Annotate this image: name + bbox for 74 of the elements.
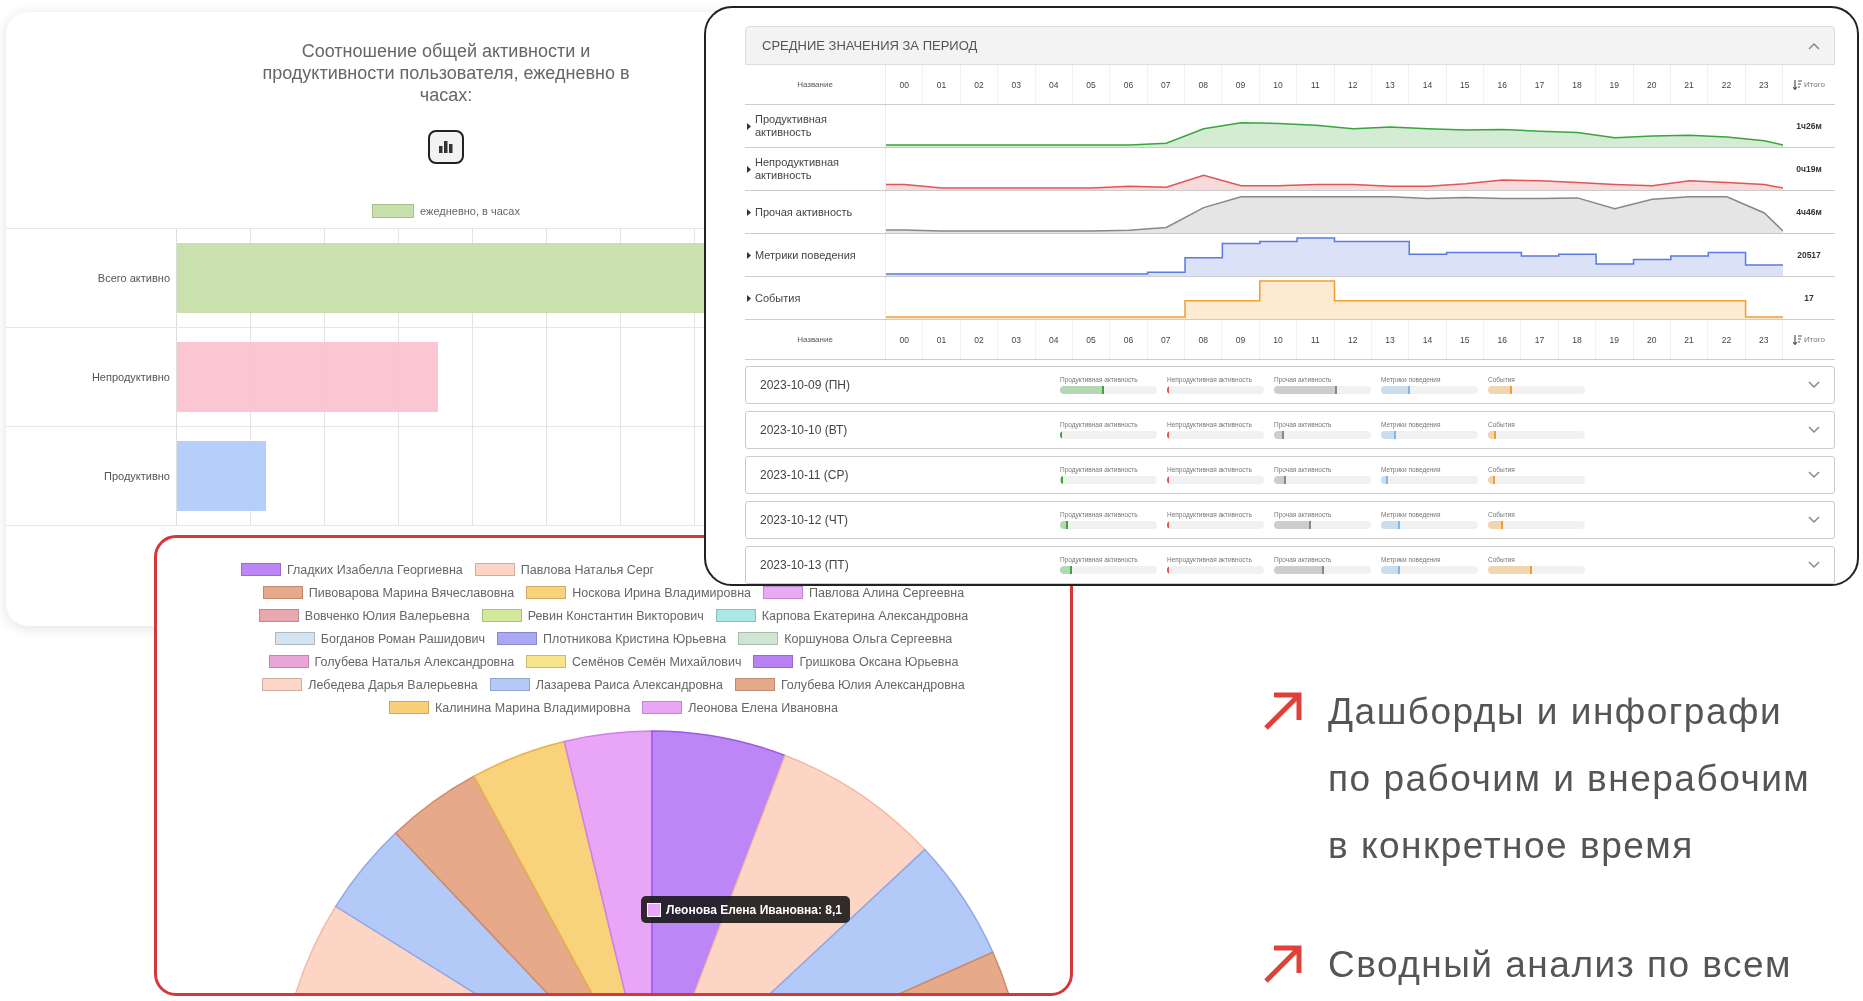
- hour-label: 08: [1185, 320, 1223, 359]
- row-label: Метрики поведения: [755, 248, 856, 262]
- hour-label: 00: [886, 320, 924, 359]
- hour-label: 22: [1708, 320, 1746, 359]
- hour-label: 04: [1035, 65, 1073, 104]
- hour-label: 18: [1558, 320, 1597, 359]
- hour-label: 19: [1596, 320, 1634, 359]
- total-value: 4ч46м: [1796, 207, 1822, 217]
- hour-label: 22: [1708, 65, 1746, 104]
- row-label: Прочая активность: [755, 205, 853, 219]
- hour-label: 01: [923, 65, 961, 104]
- hour-label: 21: [1670, 320, 1709, 359]
- panel-title: СРЕДНИЕ ЗНАЧЕНИЯ ЗА ПЕРИОД: [762, 38, 978, 53]
- hour-label: 12: [1334, 65, 1372, 104]
- total-value: 0ч19м: [1796, 164, 1822, 174]
- column-header: Название: [797, 335, 833, 344]
- tooltip-text: Леонова Елена Ивановна: 8,1: [666, 902, 843, 917]
- day-date: 2023-10-09 (ПН): [760, 378, 851, 392]
- hour-label: 11: [1297, 320, 1335, 359]
- hour-label: 05: [1072, 320, 1111, 359]
- bar-label: Непродуктивно: [91, 371, 170, 383]
- bar-label: Продуктивно: [104, 470, 170, 482]
- hour-label: 02: [960, 65, 999, 104]
- hour-label: 13: [1371, 320, 1410, 359]
- bar-label: Всего активно: [97, 272, 170, 284]
- feature-text: Сводный анализ по всем: [1328, 943, 1793, 987]
- row-label: Непродуктивная активность: [755, 156, 841, 182]
- hour-label: 06: [1110, 320, 1148, 359]
- hour-label: 14: [1409, 65, 1447, 104]
- day-date: 2023-10-13 (ПТ): [760, 558, 850, 572]
- total-value: 1ч26м: [1796, 121, 1822, 131]
- row-label: События: [755, 291, 801, 305]
- day-date: 2023-10-12 (ЧТ): [760, 513, 850, 527]
- hour-label: 08: [1185, 65, 1223, 104]
- legend-label: ежедневно, в часах: [420, 205, 520, 217]
- total-value: 17: [1804, 293, 1814, 303]
- hour-label: 10: [1259, 320, 1298, 359]
- hour-label: 19: [1596, 65, 1634, 104]
- day-date: 2023-10-10 (ВТ): [760, 423, 849, 437]
- hour-label: 06: [1110, 65, 1148, 104]
- hour-label: 05: [1072, 65, 1111, 104]
- chart-title: Соотношение общей активности и продуктивности пользователя, ежедневно в часах:: [261, 40, 631, 106]
- hour-label: 03: [998, 320, 1036, 359]
- hour-label: 00: [886, 65, 924, 104]
- hour-label: 09: [1222, 320, 1260, 359]
- hour-label: 20: [1633, 65, 1671, 104]
- hour-label: 17: [1521, 65, 1559, 104]
- hour-label: 04: [1035, 320, 1073, 359]
- hour-label: 12: [1334, 320, 1372, 359]
- column-header: Название: [797, 80, 833, 89]
- hour-label: 14: [1409, 320, 1447, 359]
- hour-label: 13: [1371, 65, 1410, 104]
- hour-label: 23: [1745, 320, 1783, 359]
- hour-label: 16: [1484, 320, 1522, 359]
- total-value: 20517: [1797, 250, 1821, 260]
- hour-label: 11: [1297, 65, 1335, 104]
- hour-label: 07: [1147, 65, 1185, 104]
- hour-label: 03: [998, 65, 1036, 104]
- hour-label: 10: [1259, 65, 1298, 104]
- hour-label: 21: [1670, 65, 1709, 104]
- hour-label: 17: [1521, 320, 1559, 359]
- hour-label: 02: [960, 320, 999, 359]
- hour-label: 09: [1222, 65, 1260, 104]
- hour-label: 15: [1446, 320, 1484, 359]
- row-label: Продуктивная активность: [755, 113, 828, 139]
- hour-label: 01: [923, 320, 961, 359]
- hour-label: 18: [1558, 65, 1597, 104]
- hour-label: 07: [1147, 320, 1185, 359]
- hour-label: 20: [1633, 320, 1671, 359]
- hour-label: 15: [1446, 65, 1484, 104]
- day-date: 2023-10-11 (СР): [760, 468, 850, 482]
- feature-text: Дашборды и инфографи по рабочим и внерабочим в конкретное время: [1328, 690, 1811, 868]
- hour-label: 23: [1745, 65, 1783, 104]
- hour-label: 16: [1484, 65, 1522, 104]
